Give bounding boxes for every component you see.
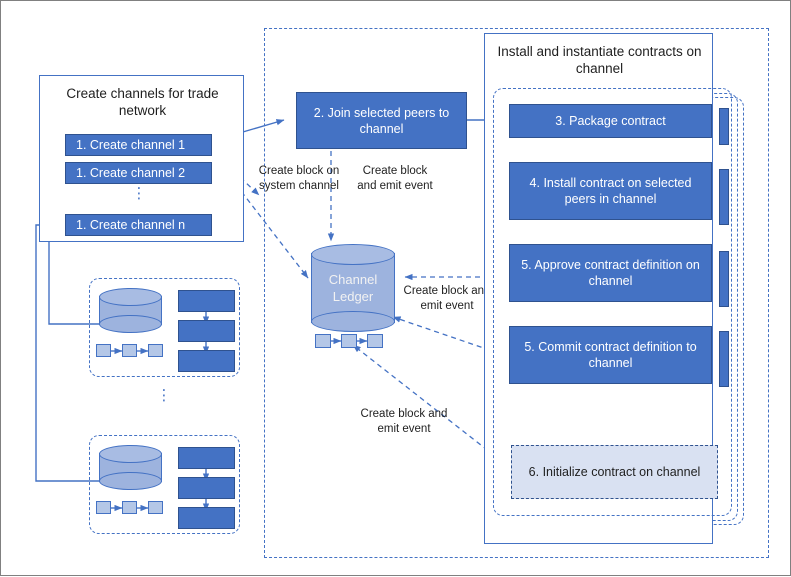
peer-group-1-contract-2: [178, 320, 235, 342]
peer-group-1-block-2: [122, 344, 137, 357]
channel-box-2-label: 1. Create channel 2: [76, 166, 186, 180]
label-create-block-emit-event-mid: Create block and emit event: [403, 285, 491, 312]
channel-box-n[interactable]: 1. Create channel n: [65, 214, 212, 236]
channel-box-n-label: 1. Create channel n: [76, 218, 186, 232]
step-initialize-contract[interactable]: 6. Initialize contract on channel: [511, 445, 718, 499]
step-package-contract[interactable]: 3. Package contract: [509, 104, 712, 138]
channel-ledger-caption: Channel Ledger: [311, 244, 395, 332]
peer-group-1-contract-3: [178, 350, 235, 372]
label-create-block-on-system-channel: Create block on system channel: [258, 165, 340, 192]
step-install-contract[interactable]: 4. Install contract on selected peers in…: [509, 162, 712, 220]
channel-list-ellipsis: ⋮: [131, 185, 147, 202]
create-channels-panel-title: Create channels for trade network: [66, 86, 219, 118]
step-initialize-contract-label: 6. Initialize contract on channel: [528, 465, 701, 479]
step-approve-contract[interactable]: 5. Approve contract definition on channe…: [509, 244, 712, 302]
channel-ledger-block-2: [341, 334, 357, 348]
peer-group-1-block-3: [148, 344, 163, 357]
peer-group-1-ledger-cylinder: [99, 288, 162, 333]
channel-ledger-line1: Channel: [328, 272, 378, 287]
peer-group-2-ledger-cylinder: [99, 445, 162, 490]
step-commit-contract-label: 5. Commit contract definition to channel: [524, 340, 697, 370]
join-peers-step-label: 2. Join selected peers to channel: [313, 105, 450, 136]
peer-group-1-block-1: [96, 344, 111, 357]
diagram-canvas: Create channels for trade network 1. Cre…: [0, 0, 791, 576]
channel-box-1-label: 1. Create channel 1: [76, 138, 186, 152]
peer-group-2-contract-1: [178, 447, 235, 469]
peer-group-2-contract-3: [178, 507, 235, 529]
channel-ledger-block-3: [367, 334, 383, 348]
label-create-block-emit-event-top: Create block and emit event: [357, 165, 433, 192]
channel-box-2[interactable]: 1. Create channel 2: [65, 162, 212, 184]
step-package-contract-label: 3. Package contract: [555, 114, 666, 128]
peer-groups-ellipsis: ⋮: [156, 387, 172, 404]
peer-group-1-contract-1: [178, 290, 235, 312]
step-commit-contract[interactable]: 5. Commit contract definition to channel: [509, 326, 712, 384]
step-install-contract-label: 4. Install contract on selected peers in…: [529, 176, 692, 206]
peer-group-2-contract-2: [178, 477, 235, 499]
channel-ledger-block-1: [315, 334, 331, 348]
label-create-block-emit-event-bottom: Create block and emit event: [360, 408, 448, 435]
peer-group-2-block-2: [122, 501, 137, 514]
peer-group-2-block-3: [148, 501, 163, 514]
join-peers-step[interactable]: 2. Join selected peers to channel: [296, 92, 467, 149]
step-approve-contract-label: 5. Approve contract definition on channe…: [521, 258, 700, 288]
install-instantiate-panel-title: Install and instantiate contracts on cha…: [497, 44, 702, 76]
channel-box-1[interactable]: 1. Create channel 1: [65, 134, 212, 156]
channel-ledger-line2: Ledger: [332, 289, 374, 304]
peer-group-2-block-1: [96, 501, 111, 514]
channel-ledger-cylinder: Channel Ledger: [311, 244, 395, 332]
